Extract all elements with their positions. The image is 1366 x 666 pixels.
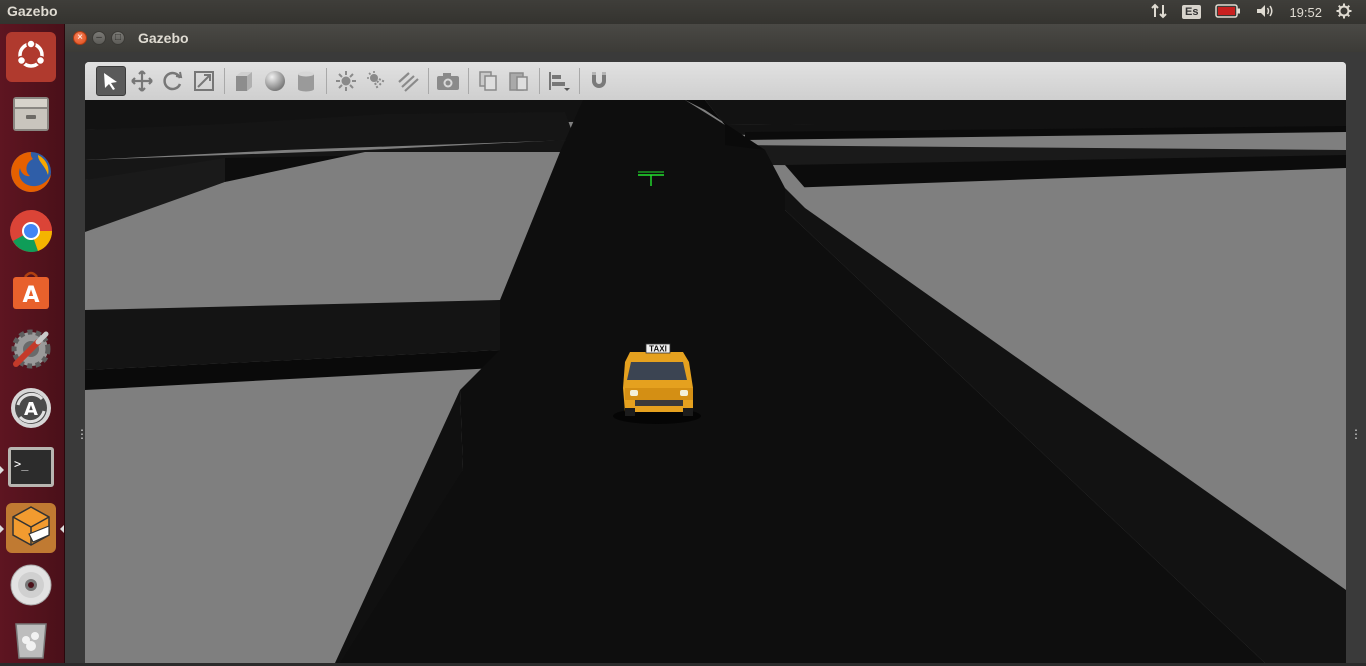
firefox-icon [8,149,54,200]
terminal-icon: >_ [7,446,55,493]
toolbar-separator [579,68,580,94]
software-center-icon: A [9,267,53,318]
translate-mode-icon [131,70,153,92]
launcher: A A >_ [0,24,65,663]
maximize-icon: □ [114,32,122,43]
3d-viewport[interactable]: TAXI [85,100,1346,663]
gazebo-icon [9,504,53,553]
align-icon [549,72,570,91]
terminal-button[interactable]: >_ [0,444,56,494]
point-light-button[interactable] [331,66,361,96]
window-client-area: ⋮ ⋮ TAXI [65,52,1366,663]
dvd-icon [8,562,54,613]
system-tray: Es 19:52 [1150,0,1366,24]
close-icon: × [77,32,83,43]
chrome-icon [8,208,54,259]
gazebo-window: × – □ Gazebo ⋮ ⋮ TAXI [65,24,1366,663]
render-panel: TAXI [85,62,1346,663]
chrome-button[interactable] [6,208,56,258]
rotate-mode-icon [163,71,183,91]
minimize-icon: – [96,32,102,43]
clock[interactable]: 19:52 [1289,5,1322,20]
ubuntu-dash-icon [11,35,51,80]
firefox-button[interactable] [6,149,56,199]
minimize-button[interactable]: – [92,31,106,45]
svg-text:A: A [24,399,38,420]
files-button[interactable] [6,90,56,140]
point-light-icon [336,71,356,91]
volume-icon[interactable] [1255,3,1275,22]
scene-render: TAXI [85,100,1346,663]
cylinder-shape-icon [298,71,314,92]
align-button[interactable] [544,66,574,96]
scale-mode-icon [194,71,214,91]
trash-icon [10,618,52,665]
directional-light-icon [398,72,419,92]
translate-mode-button[interactable] [127,66,157,96]
rotate-mode-button[interactable] [158,66,188,96]
battery-icon[interactable] [1215,3,1241,21]
toolbar-separator [428,68,429,94]
toolbar-separator [224,68,225,94]
snap-button[interactable] [584,66,614,96]
ubuntu-dash-button[interactable] [6,32,56,82]
keyboard-layout-indicator[interactable]: Es [1181,5,1202,19]
svg-text:A: A [22,283,39,308]
spot-light-icon [367,71,386,90]
render-toolbar [85,62,1346,100]
window-titlebar[interactable]: × – □ Gazebo [65,24,1366,52]
gazebo-button[interactable] [0,503,64,553]
software-updater-button[interactable]: A [6,385,56,435]
right-panel-handle[interactable]: ⋮ [1350,428,1362,446]
cylinder-shape-button[interactable] [291,66,321,96]
taxi-sign-text: TAXI [649,345,667,354]
window-title: Gazebo [138,30,189,46]
dvd-button[interactable] [6,562,56,612]
close-button[interactable]: × [73,31,87,45]
spot-light-button[interactable] [362,66,392,96]
network-icon[interactable] [1150,3,1168,22]
left-panel-handle[interactable]: ⋮ [76,428,88,446]
select-mode-button[interactable] [96,66,126,96]
screenshot-icon [437,73,459,90]
scale-mode-button[interactable] [189,66,219,96]
power-gear-icon[interactable] [1336,3,1352,22]
box-shape-button[interactable] [229,66,259,96]
copy-icon [479,71,497,91]
maximize-button[interactable]: □ [111,31,125,45]
software-center-button[interactable]: A [6,267,56,317]
svg-text:>_: >_ [14,457,29,471]
top-panel: Gazebo Es 19:52 [0,0,1366,24]
snap-icon [592,72,606,88]
copy-button[interactable] [473,66,503,96]
screenshot-button[interactable] [433,66,463,96]
toolbar-separator [468,68,469,94]
system-settings-icon [8,326,54,377]
box-shape-icon [236,72,252,91]
system-settings-button[interactable] [6,326,56,376]
trash-button[interactable] [6,616,56,666]
toolbar-separator [326,68,327,94]
sphere-shape-button[interactable] [260,66,290,96]
sphere-shape-icon [265,71,285,91]
directional-light-button[interactable] [393,66,423,96]
active-app-name: Gazebo [7,3,58,19]
files-icon [9,91,53,140]
paste-button[interactable] [504,66,534,96]
toolbar-separator [539,68,540,94]
paste-icon [509,72,528,91]
select-mode-icon [104,73,117,90]
software-updater-icon: A [8,385,54,436]
